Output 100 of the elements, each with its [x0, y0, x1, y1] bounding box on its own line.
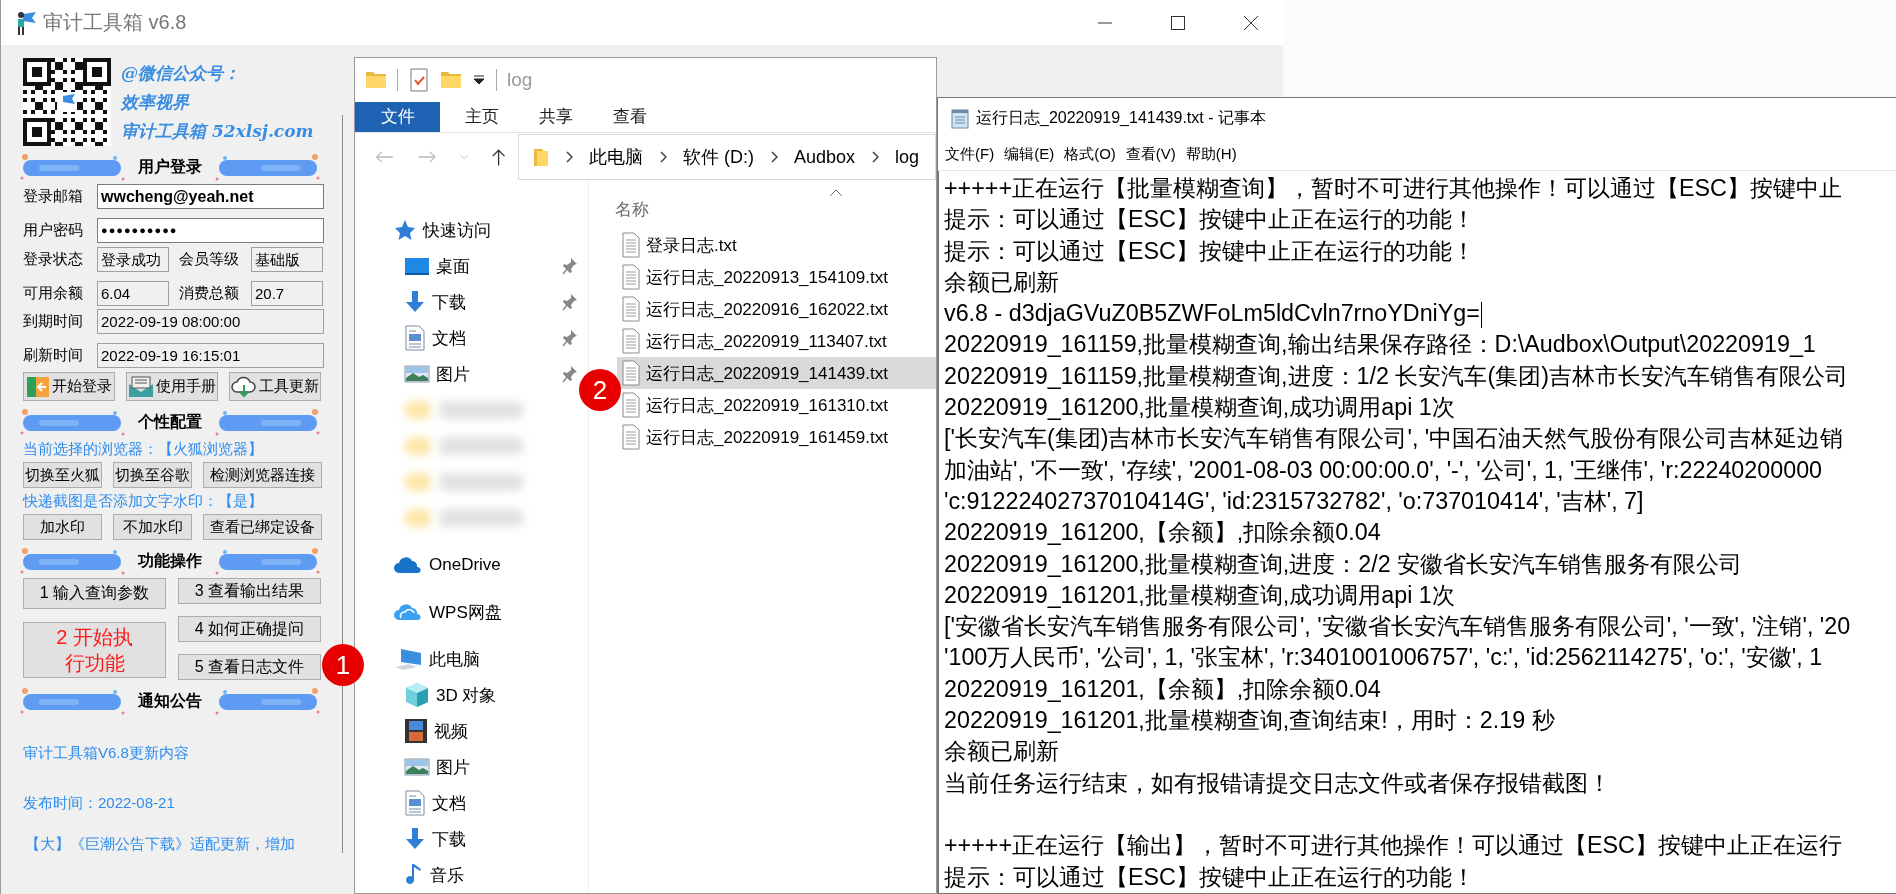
nav-item[interactable]: 视频	[369, 713, 578, 749]
file-row[interactable]: 运行日志_20220919_113407.txt	[617, 325, 936, 357]
field-label: 消费总额	[178, 284, 240, 303]
promo-text: 效率视界	[121, 90, 191, 114]
watermark-button[interactable]: 不加水印	[113, 514, 192, 540]
file-name: 运行日志_20220919_141439.txt	[646, 362, 888, 385]
nav-item[interactable]: 文档	[369, 320, 578, 356]
sort-caret-icon[interactable]	[829, 189, 843, 197]
pin-icon[interactable]	[562, 329, 578, 347]
cloud-icon	[393, 555, 423, 575]
browser-button[interactable]: 切换至谷歌	[113, 462, 192, 488]
login-panel-button[interactable]: 工具更新	[229, 372, 321, 401]
file-name: 运行日志_20220919_161459.txt	[646, 426, 888, 449]
login-panel-button[interactable]: 使用手册	[126, 372, 218, 401]
text-field[interactable]: 20.7	[251, 281, 323, 306]
log-line: 余额已刷新	[944, 737, 1059, 767]
menu-item[interactable]: 文件(F)	[940, 144, 1000, 164]
text-file-icon	[620, 232, 642, 258]
door-icon	[26, 375, 50, 398]
log-line: v6.8 - d3djaGVuZ0B5ZWFoLm5ldCvln7rnoYDniYg=	[944, 299, 1482, 330]
nav-item[interactable]: 下载	[369, 284, 578, 320]
notice-text: 审计工具箱V6.8更新内容	[23, 744, 190, 763]
breadcrumb-item[interactable]: 软件 (D:)	[682, 145, 754, 170]
star-icon	[393, 218, 417, 242]
function-button[interactable]: 5 查看日志文件	[178, 654, 321, 680]
log-line: 20220919_161200,批量模糊查询,进度：2/2 安徽省长安汽车销售服务有限公司	[944, 549, 1743, 579]
menu-item[interactable]: 帮助(H)	[1180, 144, 1242, 164]
nav-item[interactable]: 文档	[369, 785, 578, 821]
picture-icon	[404, 364, 430, 384]
text-file-icon	[620, 392, 642, 418]
field-label: 登录状态	[23, 250, 84, 269]
up-arrow-icon[interactable]	[490, 147, 506, 168]
section-title: 用户登录	[137, 156, 203, 177]
text-field[interactable]: 基础版	[251, 247, 323, 272]
function-button[interactable]: 1 输入查询参数	[23, 578, 166, 609]
login-panel-button[interactable]: 开始登录	[23, 372, 115, 401]
nav-item[interactable]: OneDrive	[369, 547, 578, 583]
ribbon-tab[interactable]: 查看	[593, 102, 667, 133]
column-header[interactable]: 名称	[615, 197, 649, 221]
nav-item[interactable]: 图片	[369, 749, 578, 785]
menu-item[interactable]: 格式(O)	[1059, 144, 1121, 164]
pin-icon[interactable]	[562, 365, 578, 383]
nav-item[interactable]: 3D 对象	[369, 677, 578, 713]
promo-text: @微信公众号：	[121, 61, 241, 85]
breadcrumb-item[interactable]: 此电脑	[588, 145, 643, 170]
function-button[interactable]: 3 查看输出结果	[178, 578, 321, 604]
function-button[interactable]: 4 如何正确提问	[178, 616, 321, 642]
checklist-icon[interactable]	[408, 68, 430, 93]
text-field[interactable]: wwcheng@yeah.net	[97, 184, 324, 209]
document-icon	[404, 790, 426, 816]
log-line: ['长安汽车(集团)吉林市长安汽车销售有限公司', '中国石油天然气股份有限公司吉林延边销	[944, 424, 1844, 454]
log-line: 当前任务运行结束，如有报错请提交日志文件或者保存报错截图！	[944, 768, 1611, 798]
log-line: ['安徽省长安汽车销售服务有限公司', '安徽省长安汽车销售服务有限公司', '一致', '注销', '20	[944, 612, 1851, 642]
text-field[interactable]: ●●●●●●●●●●	[97, 218, 324, 243]
folder-icon	[532, 147, 549, 168]
breadcrumb-item[interactable]: log	[894, 146, 919, 168]
file-row[interactable]: 运行日志_20220919_141439.txt	[617, 357, 936, 389]
book-icon	[128, 375, 154, 398]
log-line: 20220919_161200,批量模糊查询,成功调用api 1次	[944, 393, 1455, 423]
ribbon-tab[interactable]: 主页	[445, 102, 519, 133]
watermark-button[interactable]: 加水印	[23, 514, 102, 540]
menu-item[interactable]: 查看(V)	[1120, 144, 1181, 164]
pin-icon[interactable]	[562, 293, 578, 311]
text-field[interactable]: 2022-09-19 16:15:01	[97, 343, 324, 368]
address-bar[interactable]: 此电脑 软件 (D:) Audbox log	[517, 134, 936, 181]
browser-button[interactable]: 切换至火狐	[23, 462, 102, 488]
menu-item[interactable]: 编辑(E)	[999, 144, 1060, 164]
log-line: 20220919_161201,【余额】,扣除余额0.04	[944, 674, 1381, 704]
close-icon[interactable]	[1243, 14, 1259, 31]
nav-item[interactable]: 图片	[369, 356, 578, 392]
notepad-icon	[950, 107, 970, 129]
breadcrumb-item[interactable]: Audbox	[793, 146, 855, 168]
watermark-button[interactable]: 查看已绑定设备	[203, 514, 322, 540]
nav-item[interactable]: WPS网盘	[369, 594, 578, 630]
field-label: 可用余额	[23, 284, 84, 303]
nav-item[interactable]: 音乐	[369, 857, 578, 893]
ribbon-tab[interactable]: 共享	[519, 102, 593, 133]
file-row[interactable]: 登录日志.txt	[617, 229, 936, 261]
nav-item[interactable]: 快速访问	[369, 212, 578, 248]
browser-button[interactable]: 检测浏览器连接	[203, 462, 322, 488]
nav-item[interactable]: 此电脑	[369, 641, 578, 677]
log-line: 20220919_161159,批量模糊查询,进度：1/2 长安汽车(集团)吉林市长安汽车销售有限公司	[944, 361, 1848, 391]
pin-icon[interactable]	[562, 257, 578, 275]
document-icon	[404, 325, 426, 351]
desktop-icon	[404, 256, 430, 276]
file-row[interactable]: 运行日志_20220913_154109.txt	[617, 261, 936, 293]
text-field[interactable]: 2022-09-19 08:00:00	[97, 309, 324, 334]
text-field[interactable]: 6.04	[97, 281, 169, 306]
download-arrow-icon	[404, 827, 426, 851]
file-row[interactable]: 运行日志_20220919_161459.txt	[617, 421, 936, 453]
nav-item[interactable]: 桌面	[369, 248, 578, 284]
setting-note: 快递截图是否添加文字水印：【是】	[23, 492, 264, 511]
log-line: 余额已刷新	[944, 267, 1059, 297]
text-field[interactable]: 登录成功	[97, 247, 169, 272]
file-row[interactable]: 运行日志_20220916_162022.txt	[617, 293, 936, 325]
maximize-icon[interactable]	[1170, 14, 1186, 31]
field-label: 会员等级	[178, 250, 240, 269]
promo-text: 审计工具箱 52xlsj.com	[121, 119, 314, 143]
nav-item[interactable]: 下载	[369, 821, 578, 857]
dropdown-icon[interactable]	[472, 74, 486, 87]
